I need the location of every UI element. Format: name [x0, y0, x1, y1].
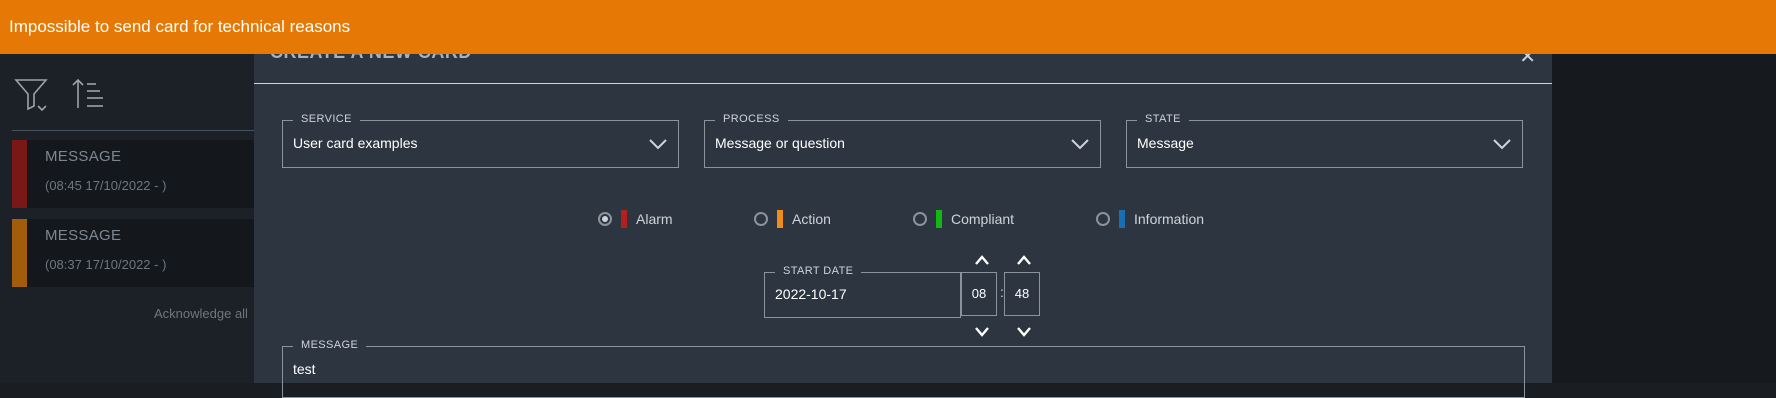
severity-compliant-radio[interactable]: Compliant: [913, 210, 1014, 228]
filter-icon[interactable]: [14, 76, 50, 112]
message-value: test: [293, 361, 316, 377]
severity-label: Information: [1134, 211, 1205, 227]
process-label: PROCESS: [715, 113, 788, 125]
hour-increment-icon[interactable]: [974, 254, 990, 266]
information-color-swatch: [1119, 210, 1125, 228]
action-color-swatch: [777, 210, 783, 228]
hour-input[interactable]: 08: [961, 272, 997, 316]
state-label: STATE: [1137, 113, 1189, 125]
feed-card-time: (08:45 17/10/2022 - ): [45, 178, 167, 193]
chevron-down-icon: [1493, 139, 1511, 150]
error-toast[interactable]: Impossible to send card for technical re…: [0, 0, 1776, 54]
feed-card-title: MESSAGE: [45, 148, 122, 165]
severity-radio-group: Alarm Action Compliant Information: [254, 210, 1552, 234]
compliant-color-swatch: [936, 210, 942, 228]
sort-icon[interactable]: [70, 76, 106, 112]
feed-card-time: (08:37 17/10/2022 - ): [45, 257, 167, 272]
process-value: Message or question: [715, 135, 845, 151]
state-value: Message: [1137, 135, 1194, 151]
message-textarea[interactable]: MESSAGE test: [282, 339, 1525, 398]
feed-card[interactable]: MESSAGE (08:45 17/10/2022 - ): [12, 140, 254, 208]
card-feed-panel: MESSAGE (08:45 17/10/2022 - ) MESSAGE (0…: [0, 0, 254, 383]
severity-information-radio[interactable]: Information: [1096, 210, 1204, 228]
chevron-down-icon: [649, 139, 667, 150]
toast-message: Impossible to send card for technical re…: [9, 17, 351, 36]
radio-indicator: [754, 212, 768, 226]
create-card-modal: CREATE A NEW CARD ✕ SERVICE User card ex…: [254, 0, 1552, 398]
feed-divider: [12, 130, 254, 131]
message-label: MESSAGE: [293, 339, 367, 351]
chevron-down-icon: [1071, 139, 1089, 150]
radio-indicator: [1096, 212, 1110, 226]
hour-decrement-icon[interactable]: [974, 326, 990, 338]
start-date-value: 2022-10-17: [775, 286, 847, 302]
severity-bar: [12, 140, 27, 208]
severity-bar: [12, 219, 27, 287]
alarm-color-swatch: [621, 210, 627, 228]
feed-card[interactable]: MESSAGE (08:37 17/10/2022 - ): [12, 219, 254, 287]
service-value: User card examples: [293, 135, 418, 151]
radio-indicator: [913, 212, 927, 226]
minute-increment-icon[interactable]: [1016, 254, 1032, 266]
severity-alarm-radio[interactable]: Alarm: [598, 210, 673, 228]
feed-toolbar: [14, 76, 106, 112]
service-select[interactable]: SERVICE User card examples: [282, 113, 679, 168]
state-select[interactable]: STATE Message: [1126, 113, 1523, 168]
minute-input[interactable]: 48: [1004, 272, 1040, 316]
process-select[interactable]: PROCESS Message or question: [704, 113, 1101, 168]
severity-label: Alarm: [636, 211, 673, 227]
feed-card-title: MESSAGE: [45, 227, 122, 244]
severity-action-radio[interactable]: Action: [754, 210, 831, 228]
severity-label: Action: [792, 211, 831, 227]
background-right: [1552, 0, 1776, 383]
start-date-label: START DATE: [775, 265, 862, 277]
severity-label: Compliant: [951, 211, 1015, 227]
minute-decrement-icon[interactable]: [1016, 326, 1032, 338]
acknowledge-all-link[interactable]: Acknowledge all: [154, 306, 248, 321]
start-date-input[interactable]: START DATE 2022-10-17: [764, 265, 961, 318]
radio-indicator: [598, 212, 612, 226]
service-label: SERVICE: [293, 113, 360, 125]
